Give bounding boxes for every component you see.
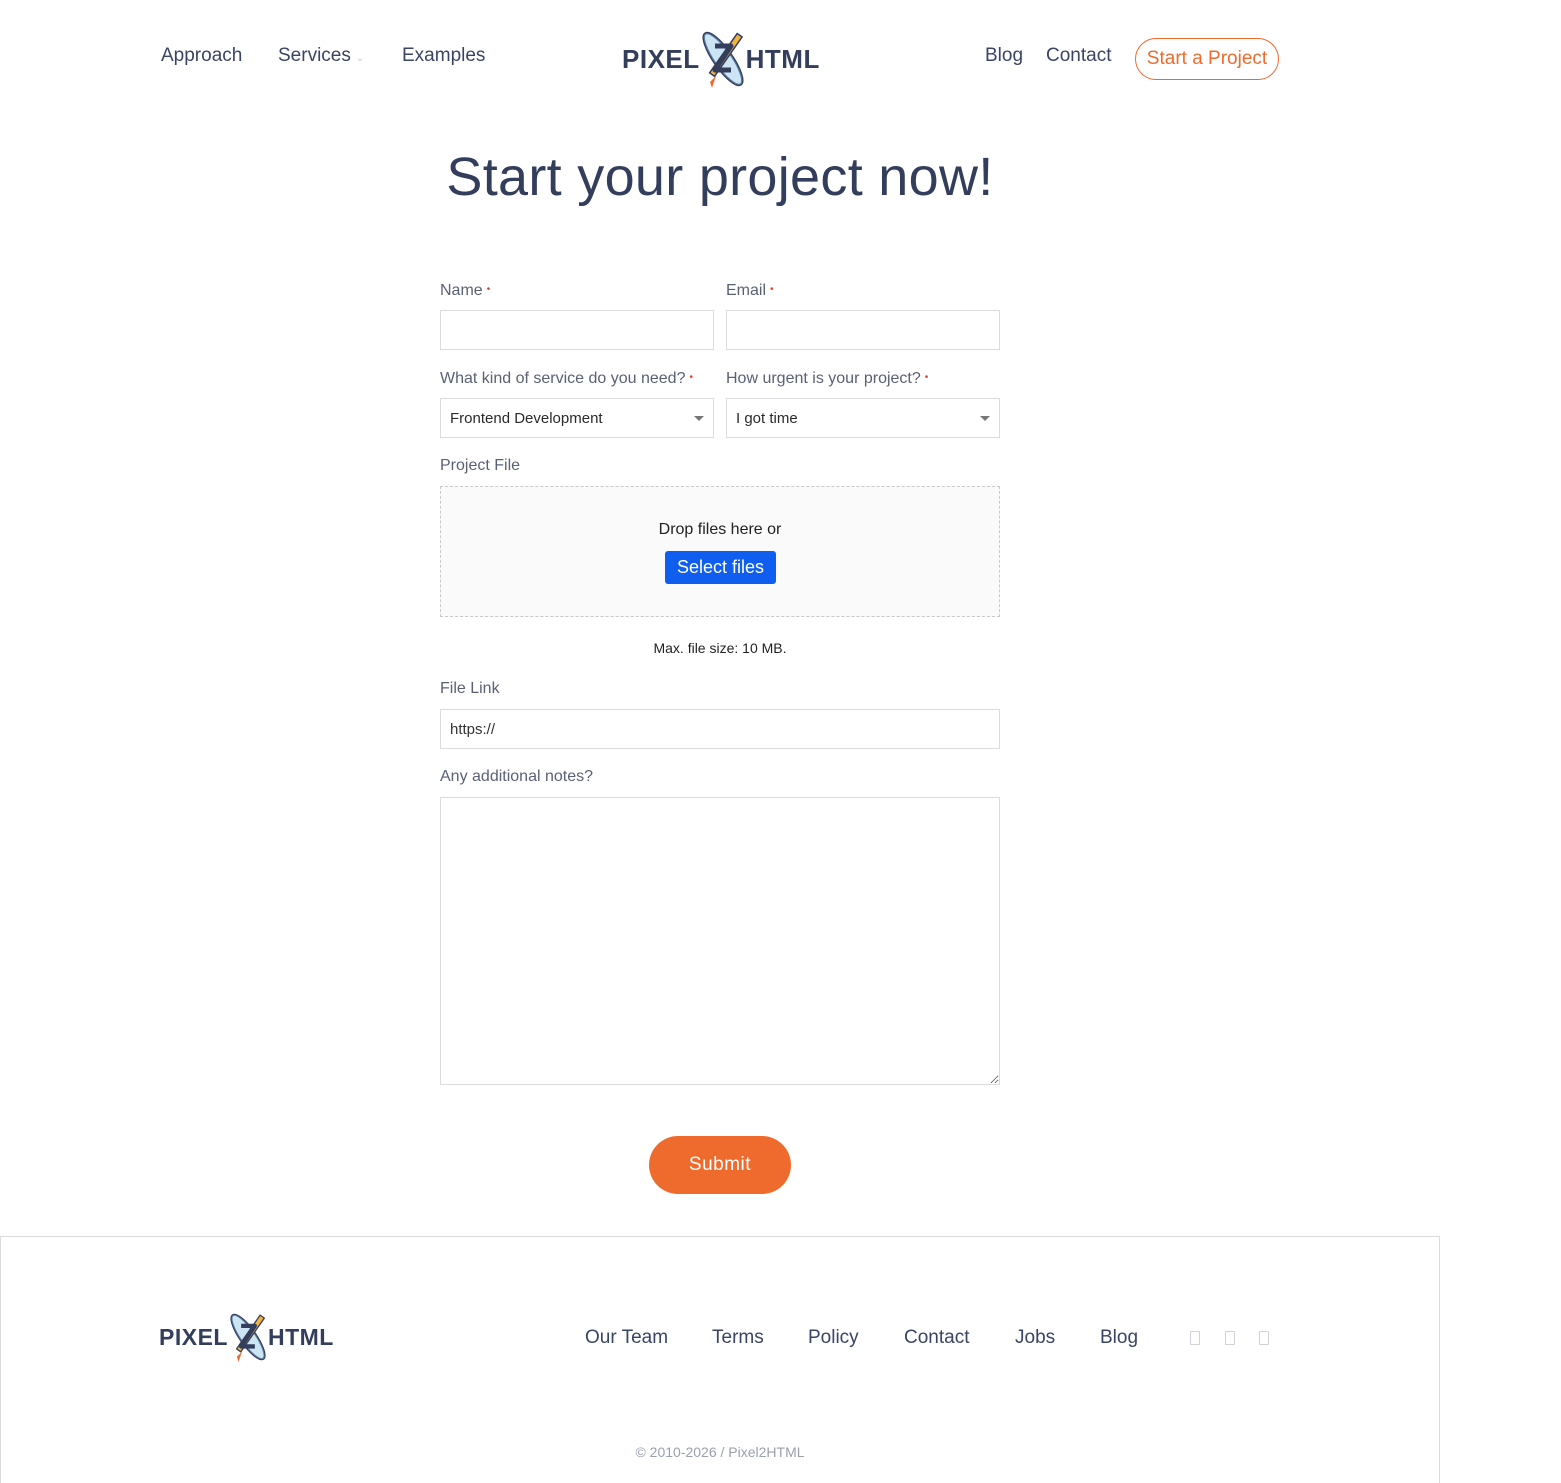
service-select[interactable]: Frontend Development [440, 398, 714, 438]
logo-text-left: PIXEL [159, 1323, 228, 1350]
nav-services-label: Services [278, 45, 351, 66]
name-input[interactable] [440, 310, 714, 350]
logo-pencil-icon [230, 1313, 266, 1362]
urgency-label: How urgent is your project? • [726, 368, 928, 389]
name-label: Name • [440, 280, 490, 301]
footer-link-contact[interactable]: Contact [904, 1327, 969, 1349]
email-input[interactable] [726, 310, 1000, 350]
chevron-down-icon: ⌄ [355, 53, 365, 64]
urgency-select[interactable]: I got time [726, 398, 1000, 438]
required-marker: • [689, 372, 693, 383]
footer-link-blog[interactable]: Blog [1100, 1327, 1138, 1349]
footer-link-policy[interactable]: Policy [808, 1327, 859, 1349]
notes-textarea[interactable] [440, 797, 1000, 1085]
file-link-input[interactable] [440, 709, 1000, 749]
max-file-size-hint: Max. file size: 10 MB. [653, 640, 787, 656]
required-marker: • [924, 372, 929, 383]
footer-link-our-team[interactable]: Our Team [585, 1327, 668, 1349]
urgency-label-text: How urgent is your project? [726, 370, 921, 387]
service-label: What kind of service do you need? • [440, 368, 693, 389]
required-marker: • [770, 284, 774, 295]
nav-examples[interactable]: Examples [402, 45, 485, 67]
project-file-label: Project File [440, 457, 521, 474]
page-title: Start your project now! [446, 147, 994, 207]
start-project-button[interactable]: Start a Project [1135, 38, 1279, 80]
select-files-button[interactable]: Select files [665, 551, 776, 584]
required-marker: • [486, 284, 491, 295]
service-select-value: Frontend Development [450, 409, 603, 427]
footer-link-terms[interactable]: Terms [712, 1327, 764, 1349]
footer-logo[interactable]: PIXEL HTML [159, 1307, 334, 1367]
logo-pencil-icon [702, 31, 744, 88]
site-footer: PIXEL HTML Our Team Terms Policy Contact… [0, 1236, 1440, 1483]
nav-approach[interactable]: Approach [161, 45, 242, 67]
name-label-text: Name [440, 282, 483, 299]
drop-files-text: Drop files here or [658, 521, 782, 538]
service-label-text: What kind of service do you need? [440, 370, 686, 387]
email-label: Email • [726, 280, 774, 301]
logo-text-right: HTML [745, 43, 820, 74]
caret-down-icon [694, 416, 704, 421]
notes-label: Any additional notes? [440, 768, 593, 785]
copyright: © 2010-2026 / Pixel2HTML [635, 1444, 805, 1460]
file-link-label: File Link [440, 680, 500, 697]
site-header: Approach Services ⌄ Examples PIXEL HTML B… [0, 0, 1561, 120]
facebook-icon[interactable] [1190, 1331, 1200, 1345]
nav-services[interactable]: Services ⌄ [278, 45, 364, 70]
twitter-icon[interactable] [1225, 1331, 1235, 1345]
header-logo[interactable]: PIXEL HTML [622, 24, 820, 94]
urgency-select-value: I got time [736, 409, 798, 427]
email-label-text: Email [726, 282, 767, 299]
submit-button[interactable]: Submit [649, 1136, 791, 1194]
nav-contact[interactable]: Contact [1046, 45, 1111, 67]
logo-text-right: HTML [267, 1323, 334, 1350]
linkedin-icon[interactable] [1259, 1331, 1269, 1345]
nav-blog[interactable]: Blog [985, 45, 1023, 67]
footer-link-jobs[interactable]: Jobs [1015, 1327, 1055, 1349]
file-dropzone[interactable]: Drop files here or Select files [440, 486, 1000, 617]
logo-text-left: PIXEL [622, 43, 700, 74]
caret-down-icon [980, 416, 990, 421]
